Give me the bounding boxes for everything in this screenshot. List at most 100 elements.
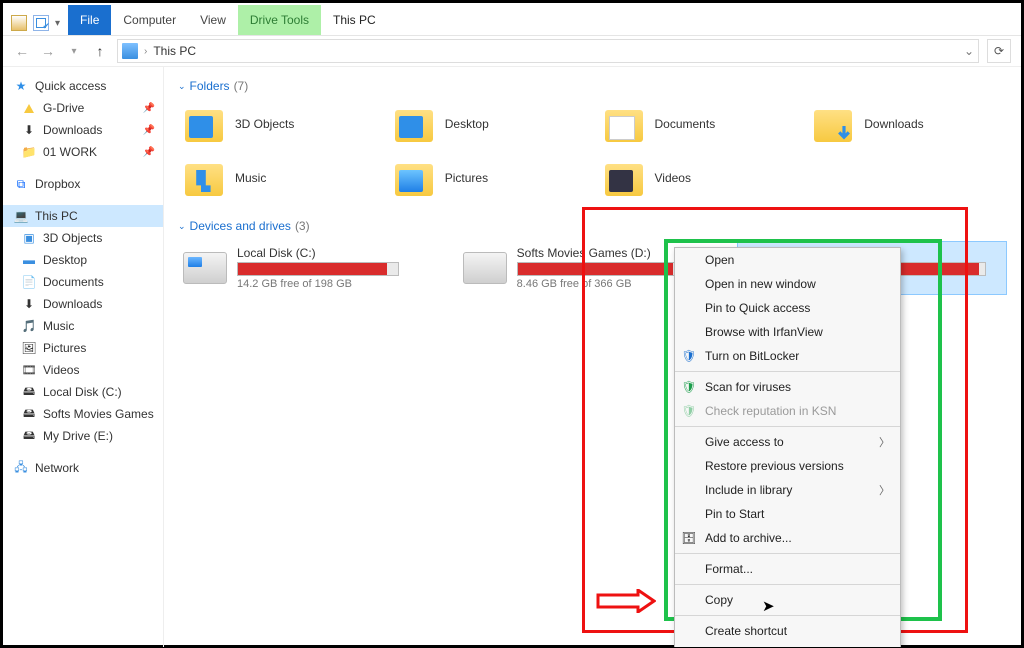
sidebar-label: Network — [35, 461, 79, 475]
sidebar-item-01work[interactable]: 📁01 WORK📌 — [3, 141, 163, 163]
sidebar-item-pictures[interactable]: 🖼Pictures — [3, 337, 163, 359]
ctx-check-ksn: 🛡Check reputation in KSN — [675, 399, 900, 423]
drive-icon: 🖴 — [21, 428, 37, 444]
ctx-give-access-to[interactable]: Give access to〉 — [675, 430, 900, 454]
pin-icon: 📌 — [143, 125, 155, 136]
sidebar-item-this-pc[interactable]: 💻This PC — [3, 205, 163, 227]
tile-3d-objects[interactable]: 3D Objects — [178, 101, 378, 147]
nav-back[interactable]: ← — [13, 43, 31, 59]
tab-view[interactable]: View — [188, 5, 238, 35]
sidebar-item-quick-access[interactable]: ★Quick access — [3, 75, 163, 97]
tile-label: Documents — [655, 117, 716, 131]
ctx-restore-previous[interactable]: Restore previous versions — [675, 454, 900, 478]
tile-downloads[interactable]: Downloads — [807, 101, 1007, 147]
ctx-create-shortcut[interactable]: Create shortcut — [675, 619, 900, 643]
tile-label: 3D Objects — [235, 117, 294, 131]
drive-info: Softs Movies Games (D:) 8.46 GB free of … — [517, 246, 679, 290]
quick-access-toolbar: ✔ ▾ — [3, 11, 68, 35]
sidebar-item-videos[interactable]: 🎞Videos — [3, 359, 163, 381]
capacity-bar — [517, 262, 679, 276]
tile-label: Desktop — [445, 117, 489, 131]
ctx-open-new-window[interactable]: Open in new window — [675, 272, 900, 296]
sidebar-item-downloads2[interactable]: ⬇ Downloads — [3, 293, 163, 315]
breadcrumb-dropdown[interactable]: ⌄ — [964, 44, 974, 58]
ctx-scan-viruses[interactable]: 🛡Scan for viruses — [675, 375, 900, 399]
tile-pictures[interactable]: Pictures — [388, 155, 588, 201]
capacity-bar — [237, 262, 399, 276]
annotation-arrow — [596, 583, 656, 622]
qat-dropdown[interactable]: ▾ — [55, 18, 60, 29]
ctx-rename[interactable]: Rename — [675, 643, 900, 647]
sidebar-item-gdrive[interactable]: G-Drive📌 — [3, 97, 163, 119]
sidebar-label: Local Disk (C:) — [43, 385, 122, 399]
group-title: Folders — [190, 79, 230, 93]
folder-icon — [183, 160, 225, 196]
drive-free: 8.46 GB free of 366 GB — [517, 278, 679, 290]
sidebar-item-softs-movies[interactable]: 🖴Softs Movies Games — [3, 403, 163, 425]
sidebar-label: Documents — [43, 275, 104, 289]
sidebar-label: 01 WORK — [43, 145, 97, 159]
sidebar-label: Pictures — [43, 341, 86, 355]
ctx-pin-start[interactable]: Pin to Start — [675, 502, 900, 526]
ctx-browse-irfanview[interactable]: Browse with IrfanView — [675, 320, 900, 344]
shield-icon: 🛡 — [681, 348, 697, 364]
sidebar-item-my-drive-e[interactable]: 🖴 My Drive (E:) — [3, 425, 163, 447]
tile-local-disk-c[interactable]: Local Disk (C:) 14.2 GB free of 198 GB — [178, 241, 448, 295]
archive-icon: 🗄 — [681, 530, 697, 546]
tile-music[interactable]: Music — [178, 155, 378, 201]
nav-recent[interactable]: ▾ — [65, 46, 83, 57]
tile-documents[interactable]: Documents — [598, 101, 798, 147]
qat-icon-1[interactable] — [11, 15, 27, 31]
ctx-copy[interactable]: Copy — [675, 588, 900, 612]
ctx-format[interactable]: Format... — [675, 557, 900, 581]
sidebar-item-3d-objects[interactable]: ▣3D Objects — [3, 227, 163, 249]
group-header-folders[interactable]: ⌄Folders (7) — [178, 79, 1007, 93]
tab-drive-tools[interactable]: Drive Tools — [238, 5, 321, 35]
ctx-add-archive[interactable]: 🗄Add to archive... — [675, 526, 900, 550]
pin-icon: 📌 — [143, 147, 155, 158]
sidebar-item-dropbox[interactable]: ⧉ Dropbox — [3, 173, 163, 195]
folder-icon — [393, 160, 435, 196]
breadcrumb[interactable]: › This PC ⌄ — [117, 39, 979, 63]
folders-grid: 3D Objects Desktop Documents Downloads M… — [178, 101, 1007, 201]
ctx-bitlocker[interactable]: 🛡Turn on BitLocker — [675, 344, 900, 368]
sidebar-item-desktop[interactable]: ▬Desktop — [3, 249, 163, 271]
group-header-drives[interactable]: ⌄Devices and drives (3) — [178, 219, 1007, 233]
downloads-icon: ⬇ — [21, 296, 37, 312]
documents-icon: 📄 — [21, 274, 37, 290]
download-arrow-icon — [836, 126, 852, 142]
breadcrumb-location[interactable]: This PC — [153, 44, 196, 58]
content-pane: ⌄Folders (7) 3D Objects Desktop Document… — [164, 67, 1021, 647]
star-icon: ★ — [13, 78, 29, 94]
sidebar-item-documents[interactable]: 📄 Documents — [3, 271, 163, 293]
sidebar-label: Dropbox — [35, 177, 80, 191]
dropbox-icon: ⧉ — [13, 176, 29, 192]
pc-icon: 💻 — [13, 208, 29, 224]
tile-desktop[interactable]: Desktop — [388, 101, 588, 147]
chevron-right-icon: › — [144, 46, 147, 57]
refresh-button[interactable]: ⟳ — [987, 39, 1011, 63]
sidebar-item-network[interactable]: 🖧Network — [3, 457, 163, 479]
tile-label: Music — [235, 171, 266, 185]
chevron-right-icon: 〉 — [879, 482, 890, 498]
sidebar-item-music[interactable]: 🎵Music — [3, 315, 163, 337]
sidebar-item-downloads[interactable]: ⬇Downloads📌 — [3, 119, 163, 141]
sidebar-label: Downloads — [43, 297, 102, 311]
sidebar-label: Desktop — [43, 253, 87, 267]
shield-icon: 🛡 — [681, 403, 697, 419]
ctx-pin-quick-access[interactable]: Pin to Quick access — [675, 296, 900, 320]
ctx-include-library[interactable]: Include in library〉 — [675, 478, 900, 502]
tile-videos[interactable]: Videos — [598, 155, 798, 201]
group-count: (3) — [295, 219, 310, 233]
qat-icon-2[interactable]: ✔ — [33, 15, 49, 31]
ctx-open[interactable]: Open — [675, 248, 900, 272]
sidebar-label: 3D Objects — [43, 231, 102, 245]
sidebar-item-local-disk-c[interactable]: 🖴Local Disk (C:) — [3, 381, 163, 403]
nav-up[interactable]: ↑ — [91, 43, 109, 59]
sidebar-label: My Drive (E:) — [43, 429, 113, 443]
tab-computer[interactable]: Computer — [111, 5, 188, 35]
folder-icon — [812, 106, 854, 142]
tab-file[interactable]: File — [68, 5, 111, 35]
gdrive-icon — [21, 100, 37, 116]
nav-pane: ★Quick access G-Drive📌 ⬇Downloads📌 📁01 W… — [3, 67, 164, 647]
